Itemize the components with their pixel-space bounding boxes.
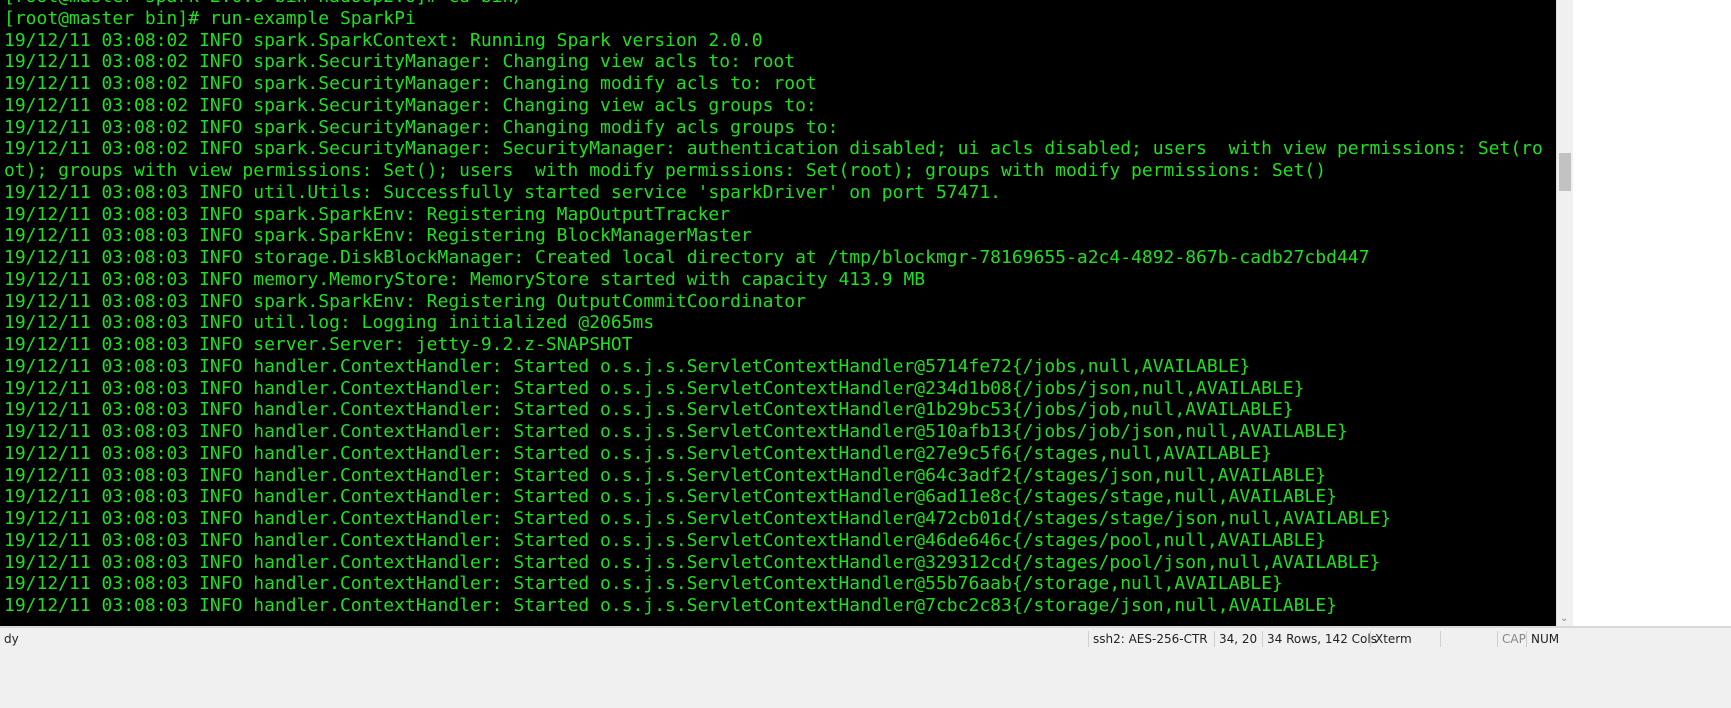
terminal-line: 19/12/11 03:08:02 INFO spark.SecurityMan… <box>4 138 1543 160</box>
terminal-line: 19/12/11 03:08:03 INFO handler.ContextHa… <box>4 551 1381 573</box>
terminal-line: 19/12/11 03:08:03 INFO handler.ContextHa… <box>4 442 1272 464</box>
side-blank-area <box>1573 0 1731 626</box>
vertical-scrollbar[interactable]: ⌄ <box>1556 0 1573 626</box>
terminal-line: 19/12/11 03:08:03 INFO spark.SparkEnv: R… <box>4 225 752 247</box>
terminal-line: 19/12/11 03:08:03 INFO handler.ContextHa… <box>4 573 1283 595</box>
terminal-line: 19/12/11 03:08:03 INFO handler.ContextHa… <box>4 595 1337 616</box>
status-num-lock: NUM <box>1526 631 1563 647</box>
terminal-line: 19/12/11 03:08:03 INFO handler.ContextHa… <box>4 399 1294 421</box>
terminal-line: 19/12/11 03:08:03 INFO handler.ContextHa… <box>4 486 1337 508</box>
terminal-line: 19/12/11 03:08:03 INFO util.log: Logging… <box>4 312 655 334</box>
status-caps-lock: CAP <box>1497 631 1530 647</box>
scrollbar-thumb[interactable] <box>1559 153 1571 191</box>
terminal-line: 19/12/11 03:08:02 INFO spark.SecurityMan… <box>4 116 850 138</box>
terminal-line: 19/12/11 03:08:02 INFO spark.SecurityMan… <box>4 73 817 94</box>
terminal-line: 19/12/11 03:08:03 INFO storage.DiskBlock… <box>4 247 1370 268</box>
terminal-line: 19/12/11 03:08:03 INFO handler.ContextHa… <box>4 464 1327 486</box>
status-terminal-type: Xterm <box>1370 631 1416 647</box>
terminal-line: 19/12/11 03:08:03 INFO handler.ContextHa… <box>4 355 1251 377</box>
terminal-line: ot); groups with view permissions: Set()… <box>4 160 1327 181</box>
terminal-line: 19/12/11 03:08:02 INFO spark.SparkContex… <box>4 29 763 51</box>
terminal-window[interactable]: [root@master spark-2.0.0-bin-hadoop2.6]#… <box>0 0 1556 626</box>
terminal-line: 19/12/11 03:08:03 INFO server.Server: je… <box>4 334 633 355</box>
status-cursor-position: 34, 20 <box>1214 631 1261 647</box>
terminal-line: 19/12/11 03:08:03 INFO handler.ContextHa… <box>4 508 1392 529</box>
terminal-line: 19/12/11 03:08:03 INFO spark.SparkEnv: R… <box>4 290 806 312</box>
terminal-line: 19/12/11 03:08:02 INFO spark.SecurityMan… <box>4 94 828 116</box>
terminal-line: 19/12/11 03:08:03 INFO handler.ContextHa… <box>4 377 1305 399</box>
terminal-line: [root@master bin]# run-example SparkPi <box>4 7 416 29</box>
status-message: dy <box>4 632 19 646</box>
status-spacer <box>1440 631 1499 647</box>
terminal-line: 19/12/11 03:08:02 INFO spark.SecurityMan… <box>4 51 796 73</box>
status-bar: dy ssh2: AES-256-CTR 34, 20 34 Rows, 142… <box>0 626 1731 708</box>
terminal-output: [root@master spark-2.0.0-bin-hadoop2.6]#… <box>4 0 1543 617</box>
terminal-line: 19/12/11 03:08:03 INFO memory.MemoryStor… <box>4 268 926 290</box>
terminal-line: 19/12/11 03:08:03 INFO spark.SparkEnv: R… <box>4 203 731 225</box>
terminal-line: [root@master spark-2.0.0-bin-hadoop2.6]#… <box>4 0 1543 8</box>
status-cipher: ssh2: AES-256-CTR <box>1088 631 1212 647</box>
terminal-line: 19/12/11 03:08:03 INFO handler.ContextHa… <box>4 421 1348 442</box>
chevron-down-icon[interactable]: ⌄ <box>1560 614 1568 624</box>
terminal-line: 19/12/11 03:08:03 INFO util.Utils: Succe… <box>4 181 1001 203</box>
terminal-line: 19/12/11 03:08:03 INFO handler.ContextHa… <box>4 529 1327 551</box>
status-terminal-size: 34 Rows, 142 Cols <box>1262 631 1381 647</box>
